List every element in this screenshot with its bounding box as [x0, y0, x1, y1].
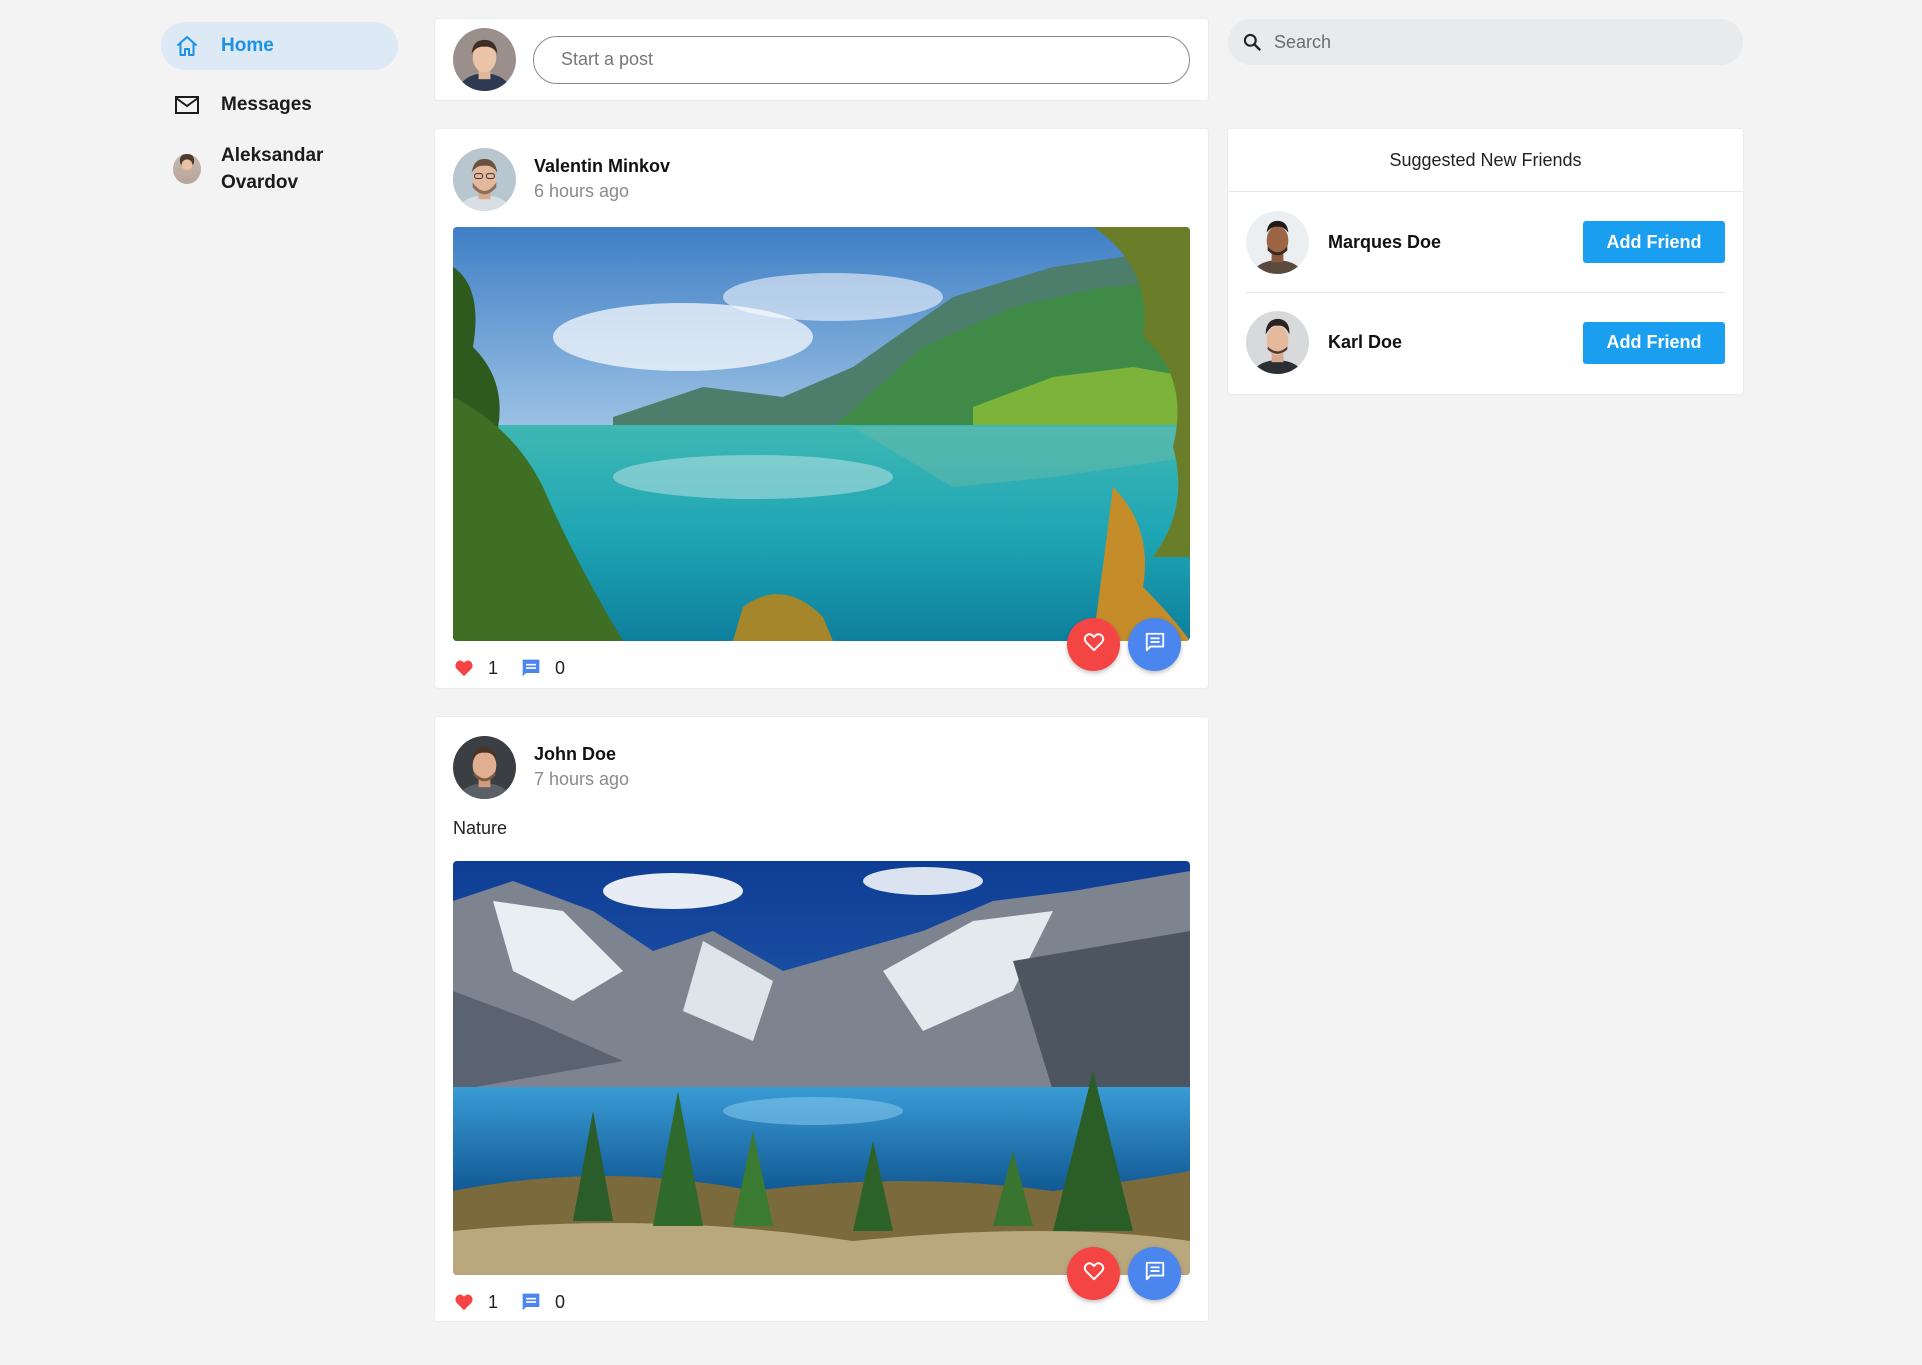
heart-outline-icon: [1083, 632, 1105, 657]
post-header: Valentin Minkov 6 hours ago: [453, 138, 1190, 220]
post-timestamp: 7 hours ago: [534, 769, 630, 789]
comment-count: 0: [520, 1291, 565, 1313]
feed-post: Valentin Minkov 6 hours ago 1 0: [435, 129, 1208, 688]
start-post-input[interactable]: [533, 35, 1190, 84]
add-friend-button[interactable]: Add Friend: [1583, 321, 1725, 364]
like-count-value: 1: [488, 1291, 499, 1312]
sidebar-item-label: Aleksandar Ovardov: [221, 145, 324, 193]
mail-icon: [173, 91, 201, 119]
sidebar-item-label: Home: [221, 35, 274, 56]
post-header: John Doe 7 hours ago: [453, 726, 1190, 808]
friend-avatar[interactable]: [1246, 311, 1309, 374]
comment-count-value: 0: [555, 657, 566, 678]
heart-icon: [453, 1291, 475, 1313]
feed-post: John Doe 7 hours ago Nature 1 0: [435, 717, 1208, 1321]
post-author-name[interactable]: John Doe: [534, 742, 629, 766]
mountain-lake-image: [453, 861, 1190, 1275]
friend-suggestion: Marques Doe Add Friend: [1246, 192, 1725, 292]
comment-count: 0: [520, 657, 565, 679]
sidebar-item-profile[interactable]: Aleksandar Ovardov: [161, 140, 398, 196]
home-icon: [173, 32, 201, 60]
comment-button[interactable]: [1128, 1247, 1181, 1300]
heart-outline-icon: [1083, 1261, 1105, 1286]
post-meta: John Doe 7 hours ago: [534, 742, 629, 792]
like-button[interactable]: [1067, 1247, 1120, 1300]
comment-count-value: 0: [555, 1291, 566, 1312]
comment-icon: [520, 1291, 542, 1313]
lake-valley-image: [453, 227, 1190, 641]
panel-title: Suggested New Friends: [1228, 129, 1743, 192]
post-timestamp: 6 hours ago: [534, 181, 630, 201]
post-composer: [435, 19, 1208, 100]
like-count-value: 1: [488, 657, 499, 678]
post-meta: Valentin Minkov 6 hours ago: [534, 154, 670, 204]
search-input[interactable]: [1274, 31, 1714, 53]
sidebar-item-messages[interactable]: Messages: [161, 81, 398, 129]
like-button[interactable]: [1067, 618, 1120, 671]
sidebar-nav: Home Messages Aleksandar Ovardov: [161, 22, 398, 207]
profile-avatar: [173, 154, 201, 184]
suggested-friends-panel: Suggested New Friends Marques Doe Add Fr…: [1228, 129, 1743, 394]
add-friend-button[interactable]: Add Friend: [1583, 221, 1725, 263]
comment-button[interactable]: [1128, 618, 1181, 671]
like-count: 1: [453, 657, 498, 679]
comment-icon: [1144, 631, 1166, 658]
search-bar: [1228, 19, 1743, 65]
sidebar-item-home[interactable]: Home: [161, 22, 398, 70]
like-count: 1: [453, 1291, 498, 1313]
heart-icon: [453, 657, 475, 679]
search-icon: [1240, 30, 1264, 54]
comment-icon: [520, 657, 542, 679]
comment-icon: [1144, 1260, 1166, 1287]
author-avatar[interactable]: [453, 735, 516, 799]
avatar: [173, 154, 201, 184]
sidebar-item-label: Messages: [221, 94, 312, 115]
friend-name[interactable]: Karl Doe: [1328, 332, 1583, 353]
current-user-avatar[interactable]: [453, 28, 516, 91]
friend-avatar[interactable]: [1246, 210, 1309, 274]
author-avatar[interactable]: [453, 147, 516, 211]
friend-name[interactable]: Marques Doe: [1328, 232, 1583, 253]
post-author-name[interactable]: Valentin Minkov: [534, 154, 670, 178]
friend-suggestion: Karl Doe Add Friend: [1246, 292, 1725, 392]
post-text: Nature: [453, 818, 508, 838]
